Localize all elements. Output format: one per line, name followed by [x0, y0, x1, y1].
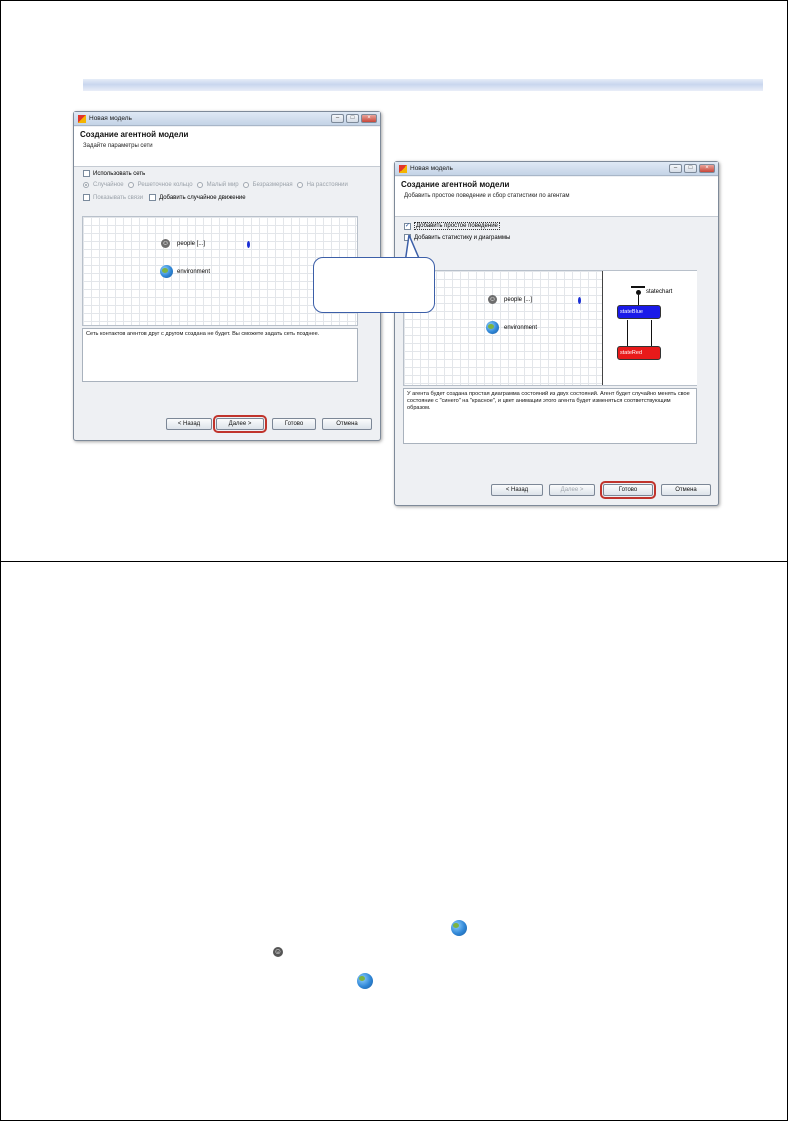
decorative-header-bar	[83, 79, 763, 91]
back-button[interactable]: < Назад	[166, 418, 212, 430]
use-network-checkbox[interactable]	[83, 170, 90, 177]
dialog-behavior-settings: Новая модель – □ × Создание агентной мод…	[394, 161, 719, 506]
links-movement-row: Показывать связи Добавить случайное движ…	[83, 194, 246, 201]
window-controls: – □ ×	[331, 114, 377, 123]
maximize-button[interactable]: □	[346, 114, 359, 123]
radio-distance[interactable]	[296, 182, 303, 188]
description-text: У агента будет создана простая диаграмма…	[407, 391, 690, 411]
wizard-subtitle: Добавить простое поведение и сбор статис…	[404, 193, 570, 199]
slide-top: Новая модель – □ × Создание агентной мод…	[0, 0, 788, 562]
statechart-panel: statechart stateBlue stateRed	[602, 271, 697, 385]
radio-label-random: Случайное	[93, 182, 124, 188]
app-icon	[399, 165, 407, 173]
environment-label: environment	[504, 325, 538, 331]
globe-icon	[486, 321, 499, 334]
use-network-label: Использовать сеть	[93, 170, 146, 177]
window-title: Новая модель	[89, 115, 132, 122]
description-box: У агента будет создана простая диаграмма…	[403, 388, 697, 444]
radio-random[interactable]	[83, 182, 89, 188]
random-movement-checkbox[interactable]	[149, 194, 157, 201]
agent-dot	[247, 241, 250, 248]
window-controls: – □ ×	[669, 164, 715, 173]
next-button[interactable]: Далее >	[549, 484, 595, 496]
state-red: stateRed	[617, 346, 661, 360]
minimize-button[interactable]: –	[331, 114, 344, 123]
transition-arrow-right	[651, 320, 652, 346]
agent-dot	[578, 297, 581, 304]
cancel-button[interactable]: Отмена	[661, 484, 711, 496]
radio-small-world[interactable]	[196, 182, 203, 188]
radio-scale-free[interactable]	[242, 182, 249, 188]
model-preview-canvas: ☺ people [...] environment statechart st…	[403, 270, 697, 386]
transition-arrow-left	[627, 320, 628, 346]
cancel-button[interactable]: Отмена	[322, 418, 372, 430]
window-title: Новая модель	[410, 165, 453, 172]
globe-icon	[160, 265, 173, 278]
finish-button[interactable]: Готово	[600, 481, 656, 499]
person-icon: ☺	[488, 295, 497, 304]
wizard-subtitle: Задайте параметры сети	[83, 143, 153, 149]
radio-label-distance: На расстоянии	[306, 182, 348, 188]
radio-ring-lattice[interactable]	[127, 182, 134, 188]
titlebar: Новая модель – □ ×	[395, 162, 718, 176]
network-type-radios: Случайное Решеточное кольцо Малый мир Бе…	[83, 182, 348, 188]
minimize-button[interactable]: –	[669, 164, 682, 173]
callout-balloon	[313, 257, 435, 313]
environment-label: environment	[177, 269, 211, 275]
people-label: people [...]	[504, 297, 533, 303]
next-button[interactable]: Далее >	[213, 415, 267, 433]
titlebar: Новая модель – □ ×	[74, 112, 380, 126]
wizard-header: Создание агентной модели Задайте парамет…	[74, 127, 380, 167]
wizard-header: Создание агентной модели Добавить просто…	[395, 177, 718, 217]
simple-behavior-checkbox[interactable]: ✓	[404, 222, 411, 230]
use-network-row[interactable]: Использовать сеть	[83, 170, 145, 177]
wizard-title: Создание агентной модели	[401, 180, 510, 189]
state-red-label: stateRed	[620, 350, 643, 356]
globe-icon	[357, 973, 373, 989]
app-icon	[78, 115, 86, 123]
finish-button[interactable]: Готово	[272, 418, 316, 430]
state-blue-label: stateBlue	[620, 309, 643, 315]
show-links-checkbox[interactable]	[83, 194, 90, 201]
description-text: Сеть контактов агентов друг с другом соз…	[86, 331, 320, 337]
globe-icon	[451, 920, 467, 936]
wizard-title: Создание агентной модели	[80, 130, 189, 139]
simple-behavior-label: Добавить простое поведение	[414, 222, 500, 230]
radio-label-scale-free: Безразмерная	[252, 182, 293, 188]
statechart-start-bar	[631, 286, 645, 288]
random-movement-label: Добавить случайное движение	[159, 194, 246, 201]
description-box: Сеть контактов агентов друг с другом соз…	[82, 328, 358, 382]
people-label: people [...]	[177, 241, 206, 247]
back-button[interactable]: < Назад	[491, 484, 543, 496]
maximize-button[interactable]: □	[684, 164, 697, 173]
person-icon: ☺	[161, 239, 170, 248]
radio-label-small-world: Малый мир	[206, 182, 239, 188]
statechart-label: statechart	[646, 289, 673, 295]
state-blue: stateBlue	[617, 305, 661, 319]
statechart-entry-line	[638, 295, 639, 305]
close-button[interactable]: ×	[699, 164, 715, 173]
show-links-label: Показывать связи	[93, 194, 144, 201]
close-button[interactable]: ×	[361, 114, 377, 123]
person-icon: ☺	[273, 947, 283, 957]
radio-label-ring-lattice: Решеточное кольцо	[137, 182, 193, 188]
simple-behavior-row[interactable]: ✓ Добавить простое поведение	[404, 222, 500, 230]
slide-bottom: ☺	[0, 561, 788, 1121]
